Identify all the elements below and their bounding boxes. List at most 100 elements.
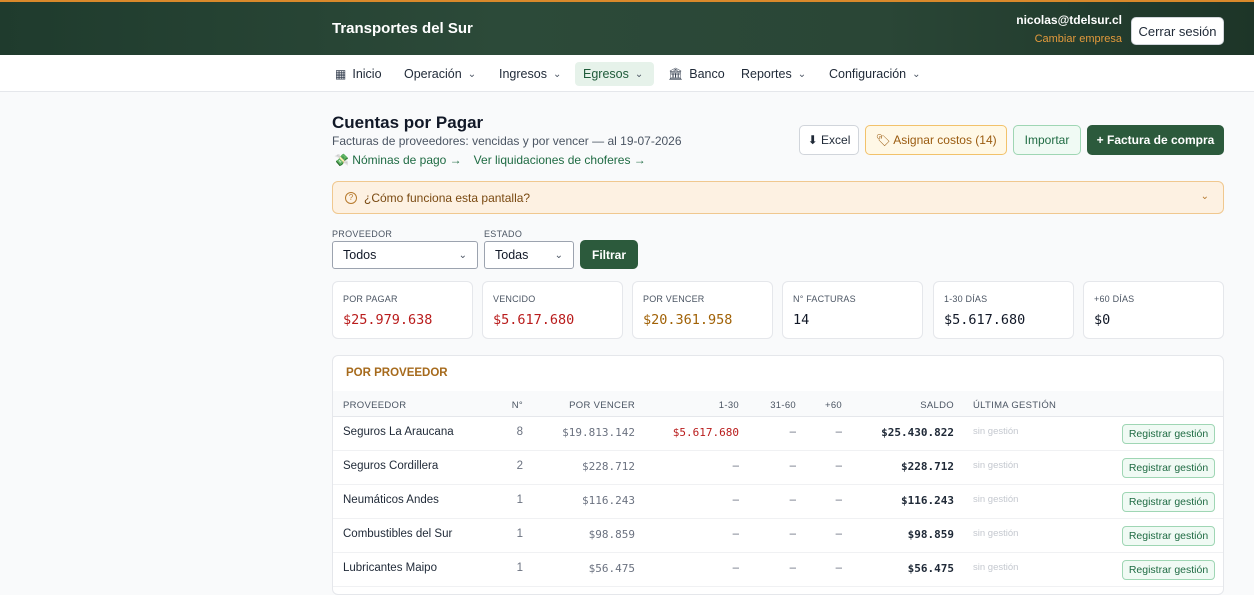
status-select-value: Todas: [495, 248, 529, 262]
stat-label: POR VENCER: [643, 294, 705, 304]
stat-card-facturas: N° FACTURAS 14: [782, 281, 923, 339]
status-select[interactable]: Todas ⌄: [484, 241, 574, 269]
nav-item-inicio[interactable]: ▦ Inicio: [327, 62, 390, 86]
table-row: Combustibles del Sur 1 $98.859 – – – $98…: [333, 519, 1223, 553]
stat-value: $5.617.680: [493, 312, 575, 328]
last-action-status: sin gestión: [973, 562, 1019, 573]
user-email: nicolas@tdelsur.cl: [1016, 13, 1122, 27]
last-action-status: sin gestión: [973, 494, 1019, 505]
main-nav: ▦ Inicio Operación ⌄ Ingresos ⌄ Egresos …: [0, 55, 1254, 92]
chevron-down-icon: ⌄: [1200, 191, 1209, 202]
stat-value: $25.979.638: [343, 312, 433, 328]
amount-60: –: [835, 426, 842, 438]
nav-label: Configuración: [829, 67, 907, 81]
last-action-status: sin gestión: [973, 426, 1019, 437]
status-filter-label: ESTADO: [484, 229, 523, 239]
amount-31-60: –: [789, 494, 796, 506]
payroll-link[interactable]: 💸 Nóminas de pago →: [334, 153, 462, 167]
column-header-1-30[interactable]: 1-30: [719, 400, 739, 411]
stat-card-60-dias: +60 DÍAS $0: [1083, 281, 1224, 339]
chevron-down-icon: ⌄: [912, 68, 921, 80]
amount-1-30: $5.617.680: [672, 426, 739, 439]
register-action-button[interactable]: Registrar gestión: [1122, 424, 1215, 444]
provider-name: Combustibles del Sur: [343, 528, 453, 540]
column-header-provider[interactable]: PROVEEDOR: [343, 400, 406, 411]
amount-60: –: [835, 562, 842, 574]
page-subtitle: Facturas de proveedores: vencidas y por …: [332, 134, 682, 148]
provider-select[interactable]: Todos ⌄: [332, 241, 478, 269]
register-action-button[interactable]: Registrar gestión: [1122, 526, 1215, 546]
assign-costs-button[interactable]: 🏷 Asignar costos (14): [865, 125, 1007, 155]
table-header: PROVEEDOR N° POR VENCER 1-30 31-60 +60 S…: [333, 391, 1223, 417]
column-header-31-60[interactable]: 31-60: [770, 400, 796, 411]
nav-item-operacion[interactable]: Operación ⌄: [396, 62, 484, 86]
nav-label: Operación: [404, 67, 462, 81]
stat-card-1-30-dias: 1-30 DÍAS $5.617.680: [933, 281, 1074, 339]
register-action-button[interactable]: Registrar gestión: [1122, 492, 1215, 512]
new-purchase-invoice-button[interactable]: + Factura de compra: [1087, 125, 1224, 155]
register-action-button[interactable]: Registrar gestión: [1122, 560, 1215, 580]
nav-item-ingresos[interactable]: Ingresos ⌄: [491, 62, 569, 86]
upcoming-amount: $56.475: [588, 562, 635, 575]
switch-company-link[interactable]: Cambiar empresa: [1035, 33, 1122, 45]
import-button[interactable]: Importar: [1013, 125, 1081, 155]
balance-amount: $98.859: [907, 528, 954, 541]
chevron-down-icon: ⌄: [552, 68, 562, 80]
provider-name: Neumáticos Andes: [343, 494, 439, 506]
chevron-down-icon: ⌄: [634, 68, 644, 80]
logout-button[interactable]: Cerrar sesión: [1131, 17, 1224, 45]
column-header-last-action[interactable]: ÚLTIMA GESTIÓN: [973, 400, 1056, 411]
provider-filter-label: PROVEEDOR: [332, 229, 393, 239]
column-header-60[interactable]: +60: [825, 400, 842, 411]
stat-label: VENCIDO: [493, 294, 536, 304]
stat-label: +60 DÍAS: [1094, 294, 1135, 304]
panel-title: POR PROVEEDOR: [346, 367, 448, 379]
amount-60: –: [835, 460, 842, 472]
amount-31-60: –: [789, 426, 796, 438]
page-title: Cuentas por Pagar: [332, 113, 484, 132]
top-bar: Transportes del Sur nicolas@tdelsur.cl C…: [0, 0, 1254, 55]
chevron-down-icon: ⌄: [797, 68, 807, 80]
stat-value: $0: [1094, 312, 1111, 328]
chevron-down-icon: ⌄: [458, 249, 467, 261]
help-text: ¿Cómo funciona esta pantalla?: [364, 190, 531, 205]
amount-60: –: [835, 528, 842, 540]
column-header-count[interactable]: N°: [512, 400, 523, 411]
invoice-count: 2: [516, 460, 523, 472]
nav-label: Banco: [689, 67, 725, 81]
column-header-upcoming[interactable]: POR VENCER: [569, 400, 635, 411]
amount-31-60: –: [789, 528, 796, 540]
upcoming-amount: $228.712: [582, 460, 635, 473]
driver-settlements-link[interactable]: Ver liquidaciones de choferes →: [474, 153, 646, 167]
stat-value: $20.361.958: [643, 312, 733, 328]
table-row: Seguros La Araucana 8 $19.813.142 $5.617…: [333, 417, 1223, 451]
amount-1-30: –: [732, 494, 739, 506]
table-row: Seguros Cordillera 2 $228.712 – – – $228…: [333, 451, 1223, 485]
brand-name[interactable]: Transportes del Sur: [332, 20, 473, 37]
column-header-balance[interactable]: SALDO: [920, 400, 954, 411]
balance-amount: $116.243: [901, 494, 954, 507]
stat-value: $5.617.680: [944, 312, 1026, 328]
chevron-down-icon: ⌄: [467, 68, 477, 80]
stat-card-por-pagar: POR PAGAR $25.979.638: [332, 281, 473, 339]
amount-1-30: –: [732, 460, 739, 472]
filter-button[interactable]: Filtrar: [580, 240, 638, 269]
upcoming-amount: $19.813.142: [562, 426, 635, 439]
invoice-count: 1: [516, 562, 523, 574]
register-action-button[interactable]: Registrar gestión: [1122, 458, 1215, 478]
nav-item-banco[interactable]: 🏛 Banco: [660, 62, 733, 86]
nav-label: Egresos: [583, 67, 629, 81]
upcoming-amount: $116.243: [582, 494, 635, 507]
nav-item-reportes[interactable]: Reportes ⌄: [733, 62, 814, 86]
last-action-status: sin gestión: [973, 528, 1019, 539]
provider-name: Seguros La Araucana: [343, 426, 454, 438]
bank-icon: 🏛: [668, 67, 684, 81]
provider-name: Lubricantes Maipo: [343, 562, 437, 574]
export-excel-button[interactable]: ⬇ Excel: [799, 125, 859, 155]
help-accordion[interactable]: ? ¿Cómo funciona esta pantalla? ⌄: [332, 181, 1224, 214]
nav-item-egresos[interactable]: Egresos ⌄: [575, 62, 654, 86]
amount-1-30: –: [732, 528, 739, 540]
amount-60: –: [835, 494, 842, 506]
provider-summary-panel: POR PROVEEDOR PROVEEDOR N° POR VENCER 1-…: [332, 355, 1224, 595]
nav-item-configuracion[interactable]: Configuración ⌄: [821, 62, 929, 86]
